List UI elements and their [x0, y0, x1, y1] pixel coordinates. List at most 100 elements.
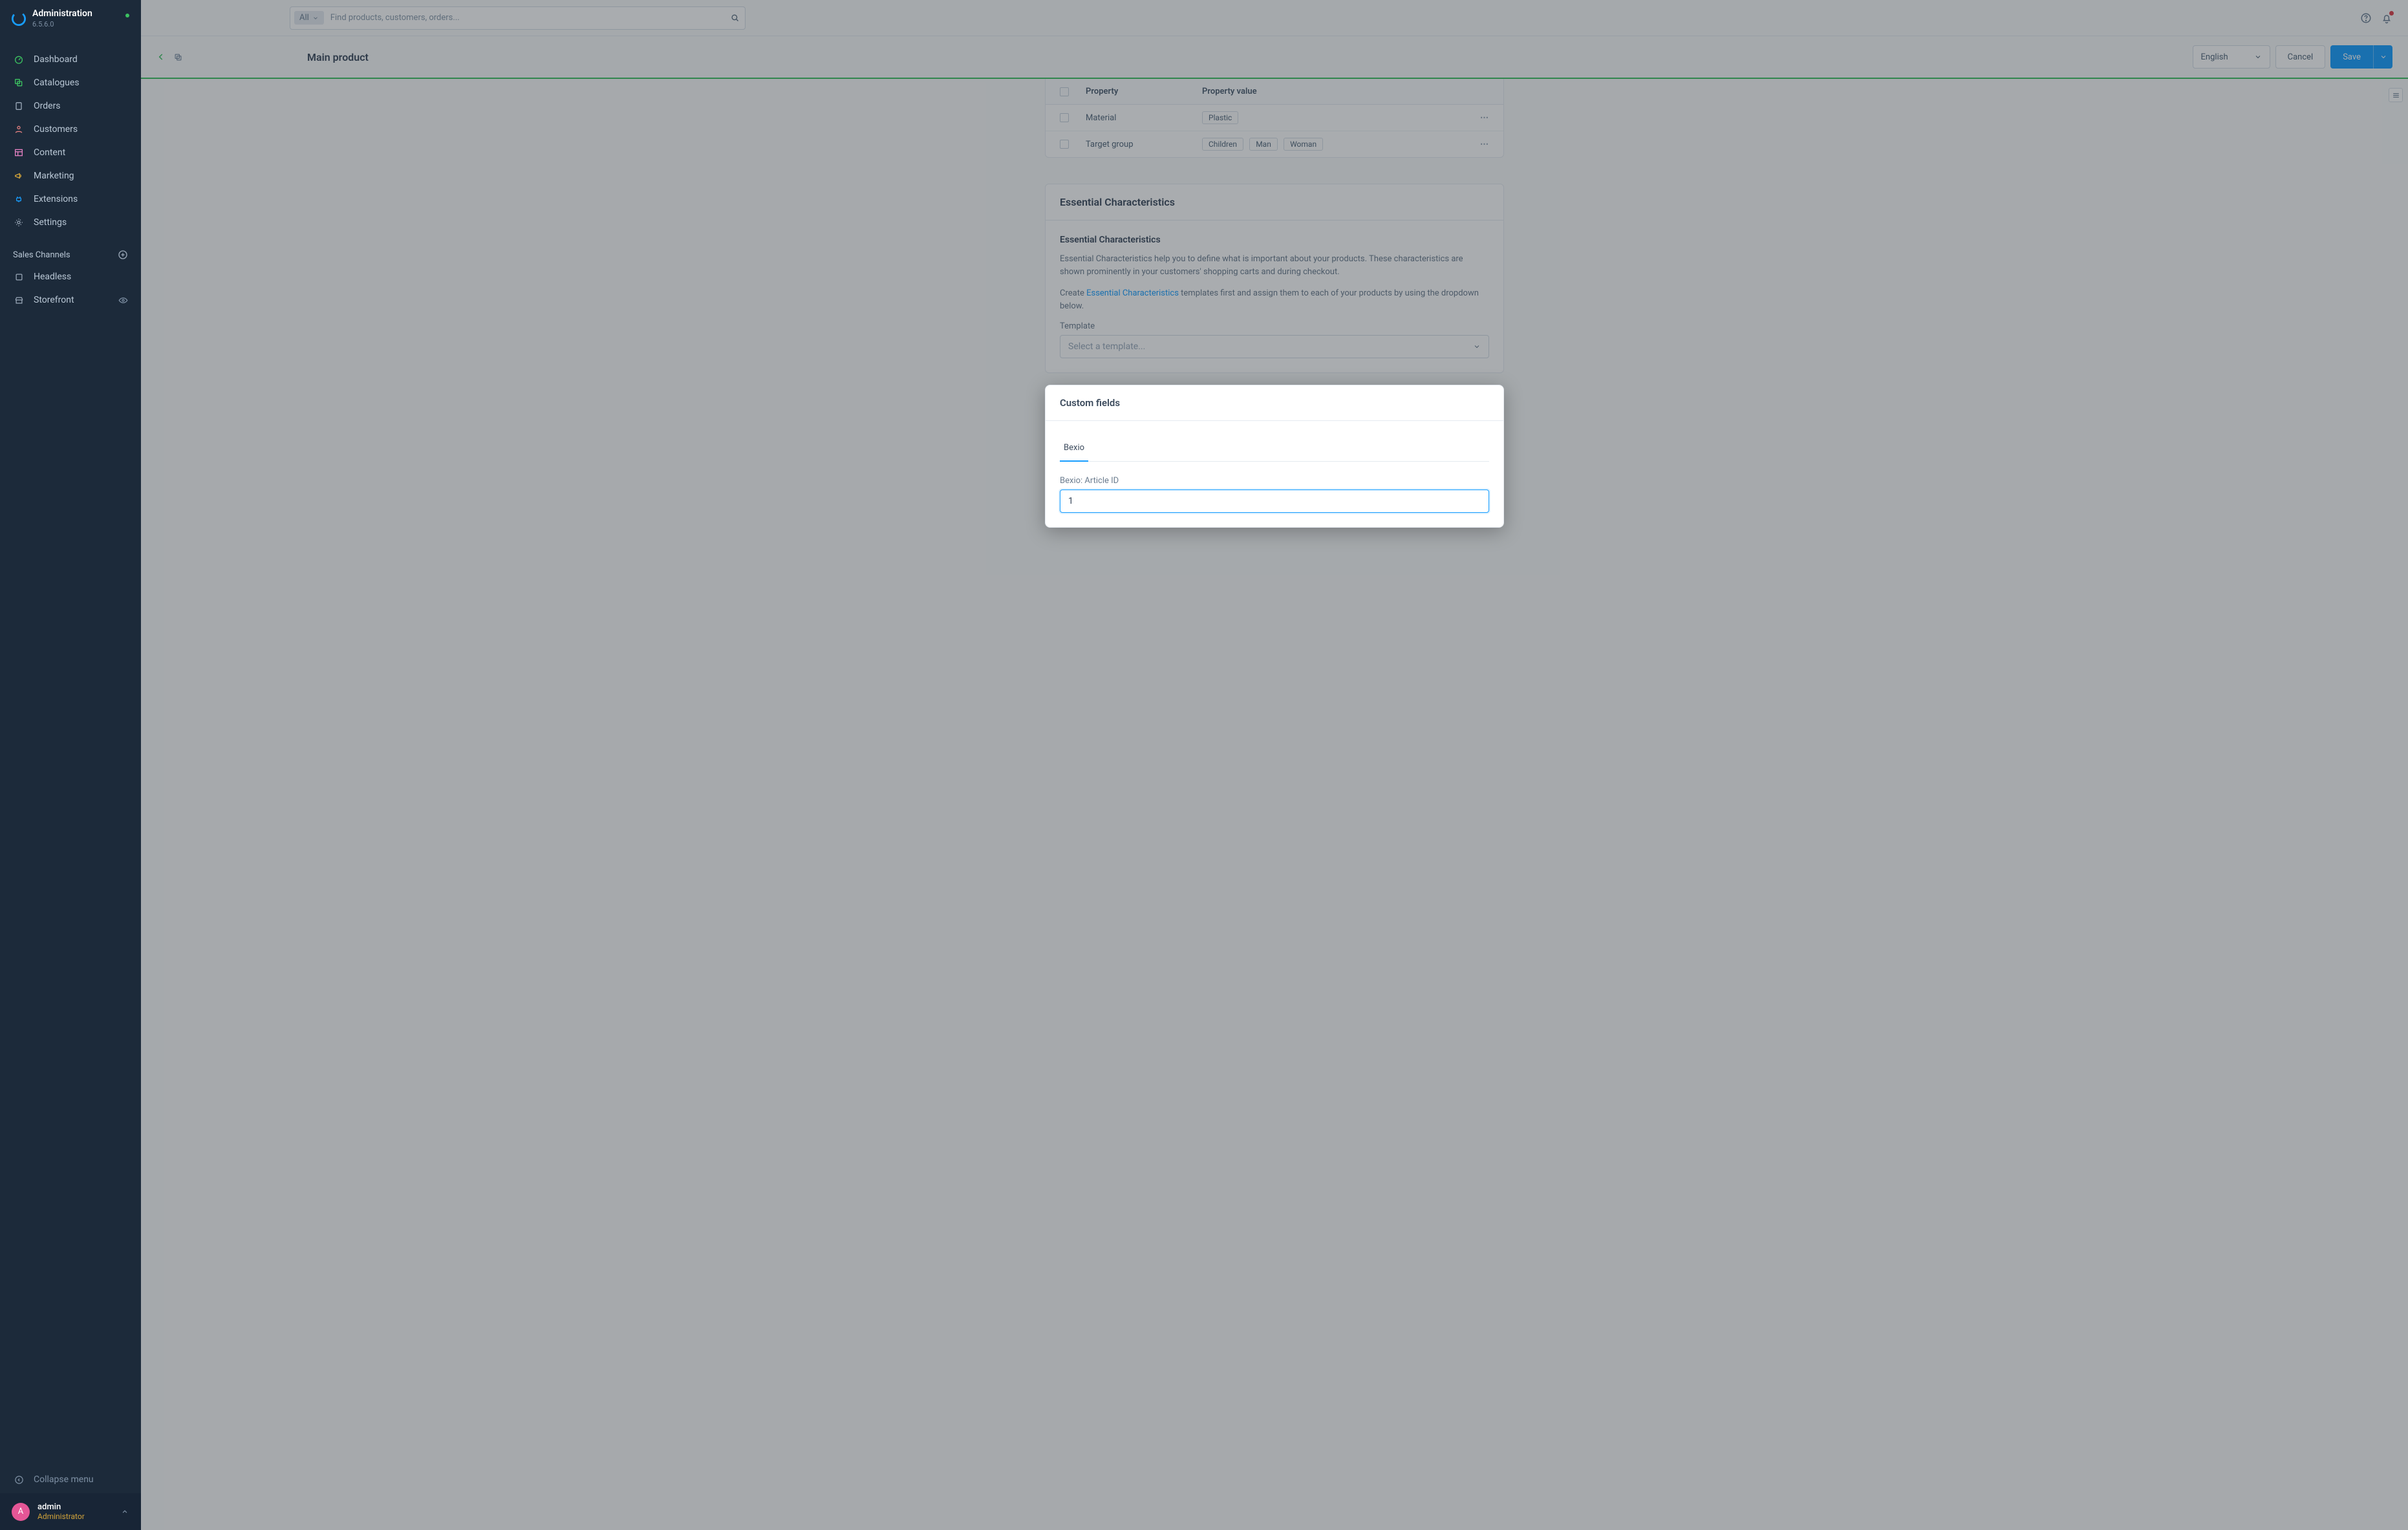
- megaphone-icon: [13, 170, 25, 182]
- channel-label: Storefront: [34, 295, 74, 305]
- search-scope-selector[interactable]: All: [294, 11, 324, 25]
- table-row: Target group Children Man Woman ⋯: [1046, 131, 1503, 157]
- page-content: Property Property value Material Plastic…: [141, 79, 2408, 1530]
- app-title: Administration: [32, 9, 92, 19]
- nav-item-orders[interactable]: Orders: [0, 94, 141, 118]
- row-actions-button[interactable]: ⋯: [1480, 113, 1489, 123]
- headless-icon: [13, 271, 25, 283]
- value-tag: Plastic: [1202, 111, 1238, 124]
- card-title: Custom fields: [1046, 385, 1503, 421]
- clipboard-icon: [13, 100, 25, 112]
- template-label: Template: [1060, 321, 1489, 331]
- property-name: Material: [1086, 113, 1202, 123]
- template-select[interactable]: Select a template...: [1060, 335, 1489, 358]
- card-title: Essential Characteristics: [1046, 184, 1503, 221]
- channel-item-headless[interactable]: Headless: [0, 265, 141, 288]
- help-button[interactable]: [2360, 12, 2372, 24]
- app-version: 6.5.6.0: [32, 20, 92, 28]
- bexio-article-id-label: Bexio: Article ID: [1060, 476, 1489, 486]
- user-icon: [13, 124, 25, 135]
- collapse-menu-button[interactable]: Collapse menu: [0, 1466, 141, 1493]
- nav-item-extensions[interactable]: Extensions: [0, 188, 141, 211]
- topbar: All: [141, 0, 2408, 36]
- sales-channels-heading: Sales Channels: [0, 234, 141, 265]
- chevron-down-icon: [1473, 343, 1481, 350]
- save-button-group: Save: [2330, 45, 2392, 69]
- ec-paragraph-1: Essential Characteristics help you to de…: [1060, 253, 1489, 278]
- user-menu[interactable]: A admin Administrator: [0, 1493, 141, 1530]
- row-checkbox[interactable]: [1060, 140, 1069, 149]
- notifications-button[interactable]: [2381, 12, 2392, 24]
- ec-subtitle: Essential Characteristics: [1060, 235, 1489, 245]
- row-actions-button[interactable]: ⋯: [1480, 140, 1489, 149]
- status-dot-icon: [125, 14, 129, 17]
- nav-item-catalogues[interactable]: Catalogues: [0, 71, 141, 94]
- nav-label: Catalogues: [34, 78, 80, 88]
- notification-dot-icon: [2389, 11, 2394, 16]
- row-checkbox[interactable]: [1060, 113, 1069, 122]
- back-button[interactable]: [156, 52, 166, 61]
- nav-label: Customers: [34, 124, 78, 135]
- avatar: A: [12, 1503, 30, 1521]
- chevron-up-icon: [120, 1507, 129, 1516]
- add-channel-button[interactable]: [118, 250, 128, 260]
- user-name: admin: [38, 1502, 85, 1512]
- sidebar-header: Administration 6.5.6.0: [0, 0, 141, 36]
- custom-fields-card: Custom fields Bexio Bexio: Article ID: [1045, 385, 1504, 528]
- plug-icon: [13, 193, 25, 205]
- gauge-icon: [13, 54, 25, 65]
- nav-label: Orders: [34, 101, 61, 111]
- language-select[interactable]: English: [2193, 45, 2270, 69]
- collapse-icon: [13, 1474, 25, 1485]
- ec-paragraph-2: Create Essential Characteristics templat…: [1060, 287, 1489, 312]
- table-row: Material Plastic ⋯: [1046, 105, 1503, 131]
- value-tag: Man: [1249, 138, 1278, 151]
- properties-table-header: Property Property value: [1046, 79, 1503, 105]
- channel-item-storefront[interactable]: Storefront: [0, 288, 141, 312]
- property-name: Target group: [1086, 140, 1202, 149]
- cancel-button[interactable]: Cancel: [2275, 45, 2326, 69]
- save-button[interactable]: Save: [2330, 45, 2373, 69]
- main-area: All Main product: [141, 0, 2408, 1530]
- channel-label: Headless: [34, 272, 71, 282]
- gear-icon: [13, 217, 25, 228]
- main-nav: Dashboard Catalogues Orders Customers Co…: [0, 36, 141, 234]
- nav-item-marketing[interactable]: Marketing: [0, 164, 141, 188]
- search-input[interactable]: [330, 13, 730, 23]
- stack-icon: [13, 77, 25, 89]
- nav-label: Content: [34, 147, 65, 158]
- sidebar: Administration 6.5.6.0 Dashboard Catalog…: [0, 0, 141, 1530]
- chevron-down-icon: [312, 15, 319, 21]
- col-header-property: Property: [1086, 87, 1202, 96]
- select-all-checkbox[interactable]: [1060, 87, 1069, 96]
- page-title: Main product: [307, 51, 369, 63]
- global-search[interactable]: All: [290, 6, 746, 30]
- property-values: Plastic: [1202, 111, 1463, 124]
- nav-item-content[interactable]: Content: [0, 141, 141, 164]
- visibility-icon[interactable]: [118, 296, 128, 305]
- nav-label: Settings: [34, 217, 67, 228]
- page-header: Main product English Cancel Save: [141, 36, 2408, 79]
- nav-label: Dashboard: [34, 54, 78, 65]
- save-dropdown-button[interactable]: [2373, 45, 2392, 69]
- nav-item-settings[interactable]: Settings: [0, 211, 141, 234]
- search-icon[interactable]: [730, 13, 740, 23]
- bexio-article-id-input[interactable]: [1060, 490, 1489, 513]
- chevron-down-icon: [2254, 53, 2262, 61]
- essential-characteristics-card: Essential Characteristics Essential Char…: [1045, 184, 1504, 373]
- side-panel-toggle[interactable]: [2389, 88, 2403, 102]
- shopware-logo-icon: [12, 12, 26, 26]
- tab-bexio[interactable]: Bexio: [1060, 435, 1088, 462]
- value-tag: Children: [1202, 138, 1243, 151]
- nav-item-dashboard[interactable]: Dashboard: [0, 48, 141, 71]
- property-values: Children Man Woman: [1202, 138, 1463, 151]
- duplicate-icon[interactable]: [173, 52, 183, 62]
- layout-icon: [13, 147, 25, 158]
- storefront-icon: [13, 294, 25, 306]
- ec-link[interactable]: Essential Characteristics: [1086, 288, 1179, 298]
- col-header-value: Property value: [1202, 87, 1463, 96]
- properties-card: Property Property value Material Plastic…: [1045, 79, 1504, 158]
- nav-label: Marketing: [34, 171, 74, 181]
- nav-label: Extensions: [34, 194, 78, 204]
- nav-item-customers[interactable]: Customers: [0, 118, 141, 141]
